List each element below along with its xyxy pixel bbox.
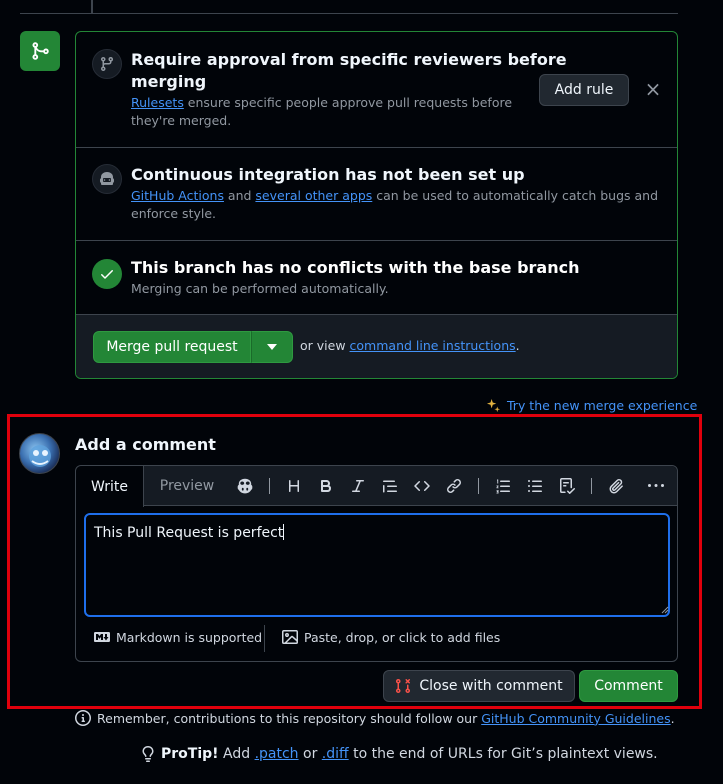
reviewers-desc: Rulesets ensure specific people approve … <box>131 94 521 130</box>
community-guidelines-link[interactable]: GitHub Community Guidelines <box>481 711 670 726</box>
conflicts-desc: Merging can be performed automatically. <box>131 281 389 296</box>
link-icon[interactable] <box>444 476 464 496</box>
protip: ProTip! Add .patch or .diff to the end o… <box>140 746 658 762</box>
copilot-bot-icon <box>92 164 122 194</box>
patch-link[interactable]: .patch <box>255 746 299 762</box>
italic-icon[interactable] <box>348 476 368 496</box>
unordered-list-icon[interactable] <box>525 476 545 496</box>
quote-icon[interactable] <box>380 476 400 496</box>
avatar[interactable] <box>19 433 60 474</box>
branch-rule-icon <box>92 49 122 79</box>
info-icon <box>75 710 91 726</box>
triangle-down-icon <box>267 344 277 350</box>
protip-text1: Add <box>218 746 255 762</box>
cli-instructions: or view command line instructions. <box>300 338 520 353</box>
protip-text2: to the end of URLs for Git’s plaintext v… <box>348 746 658 762</box>
comment-box: Write Preview This Pull Request is perfe… <box>75 465 678 662</box>
comment-button[interactable]: Comment <box>579 670 678 702</box>
resize-handle-icon[interactable] <box>661 606 669 614</box>
reviewers-title: Require approval from specific reviewers… <box>131 49 567 93</box>
notice-text: Remember, contributions to this reposito… <box>97 710 482 726</box>
notice-end: . <box>670 710 675 726</box>
period-text: . <box>515 338 520 353</box>
copilot-icon[interactable] <box>235 476 255 496</box>
timeline-connector <box>91 0 93 14</box>
pr-closed-icon <box>395 678 411 694</box>
toolbar-separator <box>591 478 592 494</box>
contribution-notice: Remember, contributions to this reposito… <box>75 710 675 726</box>
ci-section: Continuous integration has not been set … <box>76 148 677 241</box>
ci-title: Continuous integration has not been set … <box>131 165 525 184</box>
sparkle-icon <box>486 398 501 413</box>
ci-and-text: and <box>223 188 256 203</box>
ci-desc-text: can be used to automatically catch bugs … <box>372 188 659 203</box>
or-view-text: or view <box>300 338 350 353</box>
try-new-merge-link[interactable]: Try the new merge experience <box>486 398 697 413</box>
reviewers-title-line1: Require approval from specific reviewers… <box>131 50 567 69</box>
command-line-link[interactable]: command line instructions <box>350 338 516 353</box>
tab-preview[interactable]: Preview <box>144 466 230 506</box>
github-actions-link[interactable]: GitHub Actions <box>131 188 224 203</box>
ordered-list-icon[interactable] <box>493 476 513 496</box>
footer-divider <box>264 625 265 652</box>
attach-icon[interactable] <box>606 476 626 496</box>
merge-pull-request-button[interactable]: Merge pull request <box>93 331 251 363</box>
markdown-supported[interactable]: Markdown is supported <box>94 629 262 645</box>
markdown-icon <box>94 629 110 645</box>
close-with-comment-label: Close with comment <box>419 678 563 694</box>
text-caret <box>283 524 285 540</box>
ci-desc-line2: enforce style. <box>131 206 217 221</box>
reviewers-desc-text: ensure specific people approve pull requ… <box>183 95 513 110</box>
reviewers-desc-line2: they're merged. <box>131 113 232 128</box>
try-new-merge-label: Try the new merge experience <box>507 398 698 413</box>
ci-desc: GitHub Actions and several other apps ca… <box>131 187 661 223</box>
add-rule-button[interactable]: Add rule <box>539 74 629 106</box>
attach-files-label: Paste, drop, or click to add files <box>304 629 501 645</box>
heading-icon[interactable] <box>284 476 304 496</box>
diff-link[interactable]: .diff <box>322 746 349 762</box>
code-icon[interactable] <box>412 476 432 496</box>
check-icon <box>92 259 122 289</box>
comment-text: This Pull Request is perfect <box>94 525 284 541</box>
reviewers-title-line2: merging <box>131 72 207 91</box>
comment-textarea[interactable]: This Pull Request is perfect <box>84 513 670 617</box>
markdown-label: Markdown is supported <box>116 629 263 645</box>
merge-action-bar: Merge pull request or view command line … <box>76 315 677 378</box>
merge-options-dropdown[interactable] <box>251 331 293 363</box>
image-icon <box>282 629 298 645</box>
close-with-comment-button[interactable]: Close with comment <box>383 670 575 702</box>
protip-or: or <box>298 746 322 762</box>
close-icon[interactable]: × <box>643 77 663 101</box>
tab-write[interactable]: Write <box>76 466 144 507</box>
toolbar-separator <box>269 478 270 494</box>
light-bulb-icon <box>140 746 156 762</box>
conflicts-title: This branch has no conflicts with the ba… <box>131 258 580 277</box>
bold-icon[interactable] <box>316 476 336 496</box>
more-icon[interactable] <box>646 476 666 496</box>
attach-files[interactable]: Paste, drop, or click to add files <box>282 629 500 645</box>
protip-label: ProTip! <box>161 746 219 762</box>
conflicts-section: This branch has no conflicts with the ba… <box>76 241 677 315</box>
git-merge-icon <box>20 31 60 71</box>
other-apps-link[interactable]: several other apps <box>255 188 372 203</box>
toolbar-separator <box>478 478 479 494</box>
merge-box: Require approval from specific reviewers… <box>75 31 678 379</box>
comment-tabbar: Write Preview <box>76 466 677 507</box>
add-comment-heading: Add a comment <box>75 435 216 454</box>
task-list-icon[interactable] <box>557 476 577 496</box>
rulesets-link[interactable]: Rulesets <box>131 95 184 110</box>
timeline-divider <box>20 0 678 14</box>
reviewers-section: Require approval from specific reviewers… <box>76 32 677 148</box>
